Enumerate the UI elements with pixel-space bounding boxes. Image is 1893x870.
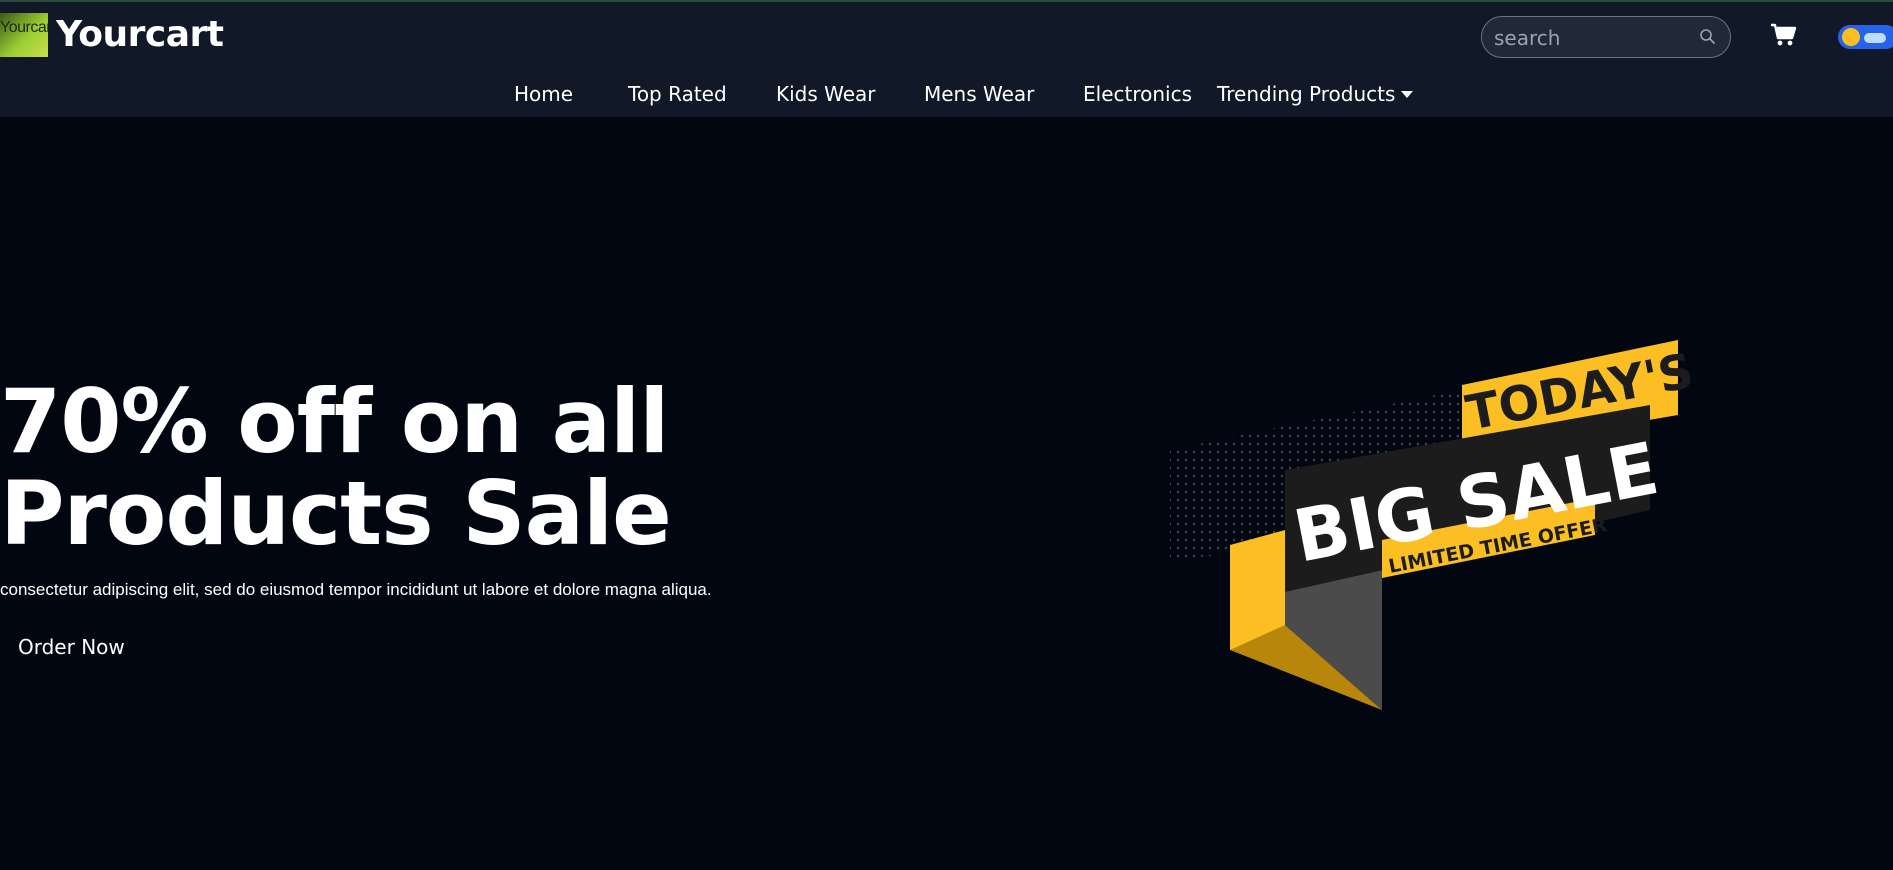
big-sale-banner: TODAY'S BIG SALE LIMITED TIME OFFER	[1170, 340, 1698, 710]
hero-title: 70% off on all Products Sale	[0, 376, 900, 560]
nav-item-trending-products[interactable]: Trending Products	[1217, 82, 1414, 106]
cloud-icon	[1864, 33, 1886, 43]
logo-image-text: Yourcart	[0, 19, 48, 36]
caret-down-icon	[1401, 91, 1414, 98]
hero-subtitle: consectetur adipiscing elit, sed do eius…	[0, 580, 712, 599]
order-now-button[interactable]: Order Now	[0, 630, 134, 664]
site-header: Yourcart Yourcart Home Top Rated Kids We…	[0, 2, 1893, 117]
hero-title-line1: 70% off on all	[0, 370, 669, 473]
nav-item-trending-label: Trending Products	[1217, 82, 1396, 106]
nav-item-kids-wear[interactable]: Kids Wear	[776, 82, 876, 106]
nav-item-top-rated[interactable]: Top Rated	[628, 82, 727, 106]
cart-icon[interactable]	[1770, 22, 1798, 48]
sun-icon	[1842, 28, 1860, 46]
nav-item-mens-wear[interactable]: Mens Wear	[924, 82, 1034, 106]
nav-item-electronics[interactable]: Electronics	[1083, 82, 1192, 106]
search-input[interactable]	[1492, 25, 1696, 51]
brand-name[interactable]: Yourcart	[56, 14, 224, 55]
search-icon[interactable]	[1698, 27, 1718, 47]
logo-image[interactable]: Yourcart	[0, 13, 48, 57]
theme-toggle[interactable]	[1838, 25, 1893, 49]
nav-item-home[interactable]: Home	[514, 82, 573, 106]
search-box	[1481, 16, 1731, 58]
hero-title-line2: Products Sale	[0, 462, 672, 565]
